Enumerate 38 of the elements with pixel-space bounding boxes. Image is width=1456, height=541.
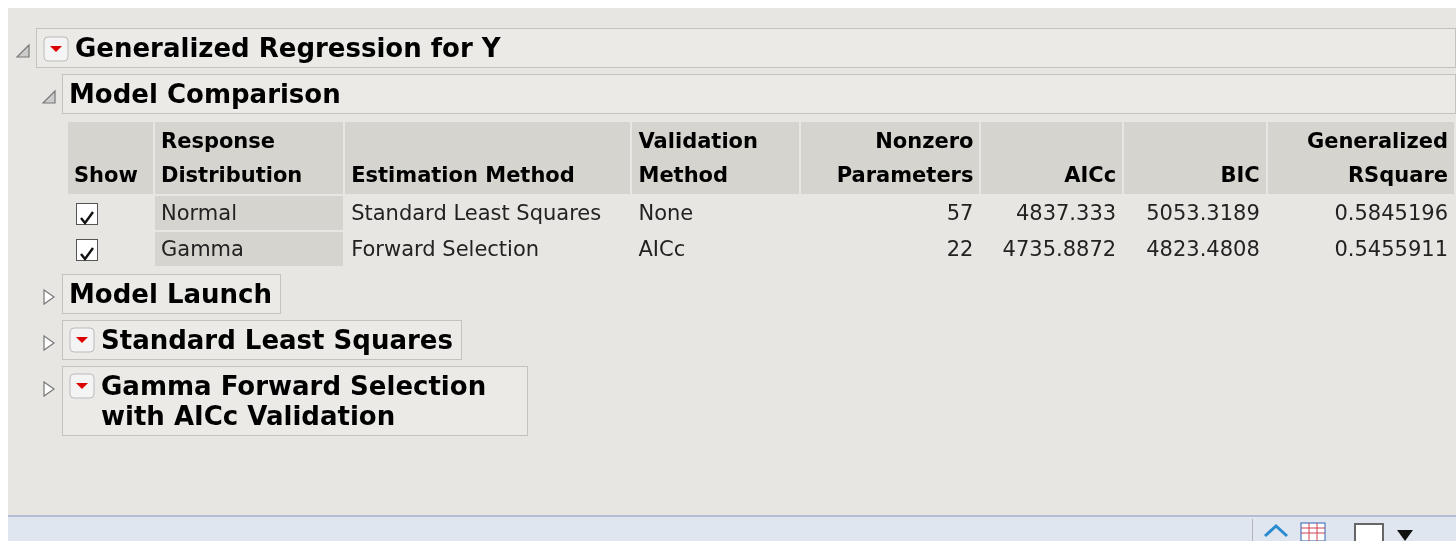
column-header: Generalized RSquare	[1267, 122, 1454, 194]
table-cell-text: None	[637, 200, 695, 227]
section-title: Standard Least Squares	[101, 325, 453, 355]
section-header[interactable]: Model Comparison	[62, 74, 1456, 114]
column-header: Nonzero Parameters	[801, 122, 980, 194]
table-cell-text: Standard Least Squares	[350, 200, 603, 227]
table-cell-text: 22	[945, 236, 975, 263]
table-cell-text: 0.5845196	[1333, 200, 1449, 227]
column-header: Response Distribution	[155, 122, 344, 194]
column-header: BIC	[1124, 122, 1266, 194]
table-cell: Normal	[155, 196, 344, 230]
section-title: Model Launch	[69, 279, 272, 309]
table-cell-text: 0.5455911	[1333, 236, 1449, 263]
table-cell-text: 4735.8872	[1001, 236, 1118, 263]
column-header: Show	[68, 122, 153, 194]
collapse-triangle-icon[interactable]	[40, 88, 58, 106]
column-header: Estimation Method	[345, 122, 631, 194]
table-cell: Gamma	[155, 232, 344, 266]
report-title: Generalized Regression for Y	[75, 33, 501, 63]
table-cell-text: AICc	[637, 236, 687, 263]
table-cell-text: Forward Selection	[350, 236, 541, 263]
table-cell-text: 57	[945, 200, 975, 227]
section-header[interactable]: Model Launch	[62, 274, 281, 314]
column-header: Validation Method	[632, 122, 800, 194]
dropdown-arrow-icon[interactable]	[1396, 529, 1414, 541]
report-header[interactable]: Generalized Regression for Y	[36, 28, 1456, 68]
table-icon[interactable]	[1300, 522, 1326, 541]
column-header: AICc	[981, 122, 1123, 194]
section-title: Gamma Forward Selection with AICc Validation	[101, 371, 488, 431]
section-header[interactable]: Gamma Forward Selection with AICc Validation	[62, 366, 528, 436]
section-header[interactable]: Standard Least Squares	[62, 320, 462, 360]
table-cell-text: 4823.4808	[1145, 236, 1261, 263]
table-cell-text: 4837.333	[1014, 200, 1118, 227]
table-cell-text: 5053.3189	[1145, 200, 1261, 227]
collapse-triangle-icon[interactable]	[14, 42, 32, 60]
show-checkbox[interactable]	[76, 239, 98, 261]
section-title: Model Comparison	[69, 79, 341, 109]
show-checkbox[interactable]	[76, 203, 98, 225]
